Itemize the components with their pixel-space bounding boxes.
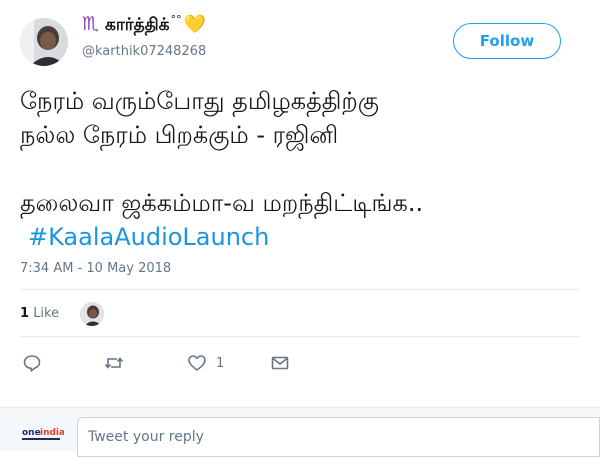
divider [20, 336, 580, 337]
direct-message-button[interactable] [270, 352, 290, 374]
svg-text:india: india [40, 428, 64, 438]
likes-count: 1 [20, 306, 30, 321]
tweet-timestamp[interactable]: 7:34 AM - 10 May 2018 [20, 261, 171, 276]
likes-label: Like [33, 306, 60, 321]
tweet-text: நேரம் வரும்போது தமிழகத்திற்கு நல்ல நேரம்… [20, 84, 585, 254]
oneindia-logo: one india [20, 420, 65, 448]
svg-text:one: one [22, 428, 41, 438]
tweet-line-2: நல்ல நேரம் பிறக்கும் - ரஜினி [20, 121, 339, 149]
retweet-icon [104, 357, 124, 369]
display-name-text: கார்த்திக் [105, 15, 170, 35]
reply-composer: one india Tweet your reply [0, 407, 600, 457]
yellow-heart-icon: 💛 [183, 14, 206, 35]
likes-stat[interactable]: 1 Like [20, 306, 59, 321]
heart-icon [188, 355, 206, 371]
reply-button[interactable] [22, 352, 42, 374]
divider [20, 289, 580, 290]
tweet-line-3: தலைவா ஜக்கம்மா-வ மறந்திட்டிங்க.. [20, 189, 424, 217]
avatar[interactable] [20, 18, 68, 66]
tweet-spacer [20, 152, 585, 186]
hashtag-link[interactable]: #KaalaAudioLaunch [28, 220, 585, 254]
liker-avatar[interactable] [80, 302, 104, 326]
like-button[interactable]: 1 [187, 352, 224, 374]
reply-icon [23, 355, 41, 372]
display-name[interactable]: ♏ கார்த்திக்°° 💛 [82, 13, 206, 37]
name-suffix: °° [170, 13, 182, 27]
follow-button[interactable]: Follow [453, 23, 561, 59]
like-count: 1 [216, 355, 225, 371]
scorpio-icon: ♏ [82, 13, 100, 35]
user-handle[interactable]: @karthik07248268 [82, 44, 206, 59]
envelope-icon [271, 356, 289, 370]
retweet-button[interactable] [104, 352, 124, 374]
tweet-line-1: நேரம் வரும்போது தமிழகத்திற்கு [20, 87, 379, 115]
reply-input[interactable]: Tweet your reply [77, 417, 600, 457]
